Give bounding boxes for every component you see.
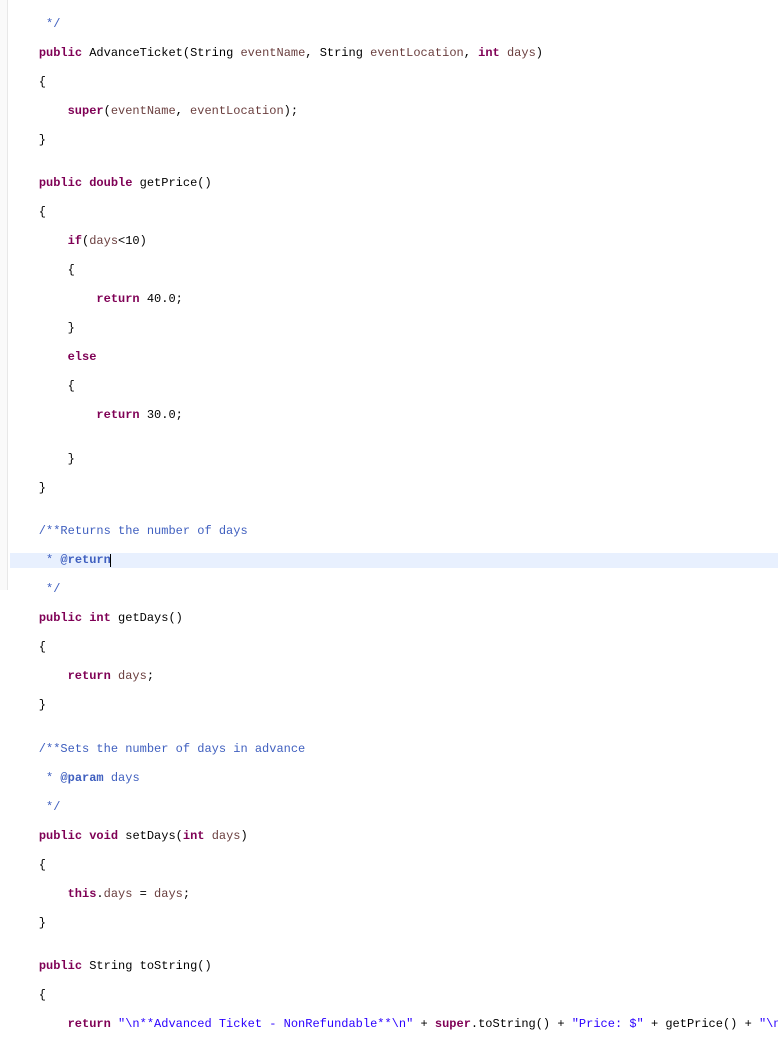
- keyword-int: int: [89, 611, 111, 625]
- param-type: String: [320, 46, 363, 60]
- javadoc-text: Returns the number of days: [60, 524, 247, 538]
- javadoc-tag-param: @param: [60, 771, 103, 785]
- field-ref: days: [104, 887, 133, 901]
- javadoc-text: Sets the number of days in advance: [60, 742, 305, 756]
- brace-line: }: [10, 698, 778, 713]
- string-literal: "Price: $": [572, 1017, 644, 1031]
- method-name: getPrice: [140, 176, 198, 190]
- keyword-double: double: [89, 176, 132, 190]
- keyword-public: public: [39, 959, 82, 973]
- param-name: eventName: [240, 46, 305, 60]
- keyword-return: return: [96, 408, 139, 422]
- keyword-else: else: [68, 350, 97, 364]
- brace-line: {: [10, 75, 778, 90]
- param-name: days: [507, 46, 536, 60]
- keyword-public: public: [39, 829, 82, 843]
- constructor-name: AdvanceTicket: [89, 46, 183, 60]
- method-name: getDays: [118, 611, 168, 625]
- param-name: eventLocation: [370, 46, 464, 60]
- keyword-public: public: [39, 611, 82, 625]
- param-ref: days: [154, 887, 183, 901]
- comment-text: */: [10, 17, 60, 31]
- keyword-public: public: [39, 46, 82, 60]
- keyword-public: public: [39, 176, 82, 190]
- keyword-return: return: [68, 1017, 111, 1031]
- field-ref: days: [118, 669, 147, 683]
- text-cursor: [110, 554, 111, 567]
- return-type: String: [89, 959, 132, 973]
- number-literal: 30.0: [147, 408, 176, 422]
- keyword-int: int: [183, 829, 205, 843]
- arg: eventLocation: [190, 104, 284, 118]
- assign-op: =: [132, 887, 154, 901]
- string-literal: "\n**Advanced Ticket - NonRefundable**\n…: [118, 1017, 413, 1031]
- number-literal: 40.0: [147, 292, 176, 306]
- method-name: setDays: [125, 829, 175, 843]
- keyword-super: super: [68, 104, 104, 118]
- method-name: toString: [140, 959, 198, 973]
- method-call: .toString() +: [471, 1017, 572, 1031]
- editor-gutter: [0, 0, 8, 590]
- concat-op: +: [413, 1017, 435, 1031]
- javadoc-start: /**: [10, 742, 60, 756]
- keyword-return: return: [68, 669, 111, 683]
- brace-line: {: [10, 988, 778, 1003]
- javadoc-line: *: [10, 553, 60, 567]
- param-type: String: [190, 46, 233, 60]
- method-call: + getPrice() +: [644, 1017, 759, 1031]
- string-literal: "\n": [759, 1017, 778, 1031]
- operator: <10): [118, 234, 147, 248]
- brace-line: {: [10, 379, 778, 394]
- keyword-super: super: [435, 1017, 471, 1031]
- code-editor[interactable]: */ public AdvanceTicket(String eventName…: [0, 0, 778, 1046]
- brace-line: {: [10, 858, 778, 873]
- keyword-int: int: [478, 46, 500, 60]
- arg: eventName: [111, 104, 176, 118]
- javadoc-start: /**: [10, 524, 60, 538]
- javadoc-end: */: [10, 582, 60, 596]
- javadoc-end: */: [10, 800, 60, 814]
- keyword-if: if: [68, 234, 82, 248]
- brace-line: }: [10, 481, 778, 496]
- field-ref: days: [89, 234, 118, 248]
- keyword-this: this: [68, 887, 97, 901]
- brace-line: {: [10, 640, 778, 655]
- javadoc-param: days: [104, 771, 140, 785]
- keyword-return: return: [96, 292, 139, 306]
- brace-line: }: [10, 133, 778, 148]
- javadoc-tag-return: @return: [60, 553, 110, 567]
- param-name: days: [212, 829, 241, 843]
- brace-line: }: [10, 452, 778, 467]
- javadoc-line: *: [10, 771, 60, 785]
- brace-line: {: [10, 205, 778, 220]
- brace-line: }: [10, 321, 778, 336]
- keyword-void: void: [89, 829, 118, 843]
- brace-line: }: [10, 916, 778, 931]
- brace-line: {: [10, 263, 778, 278]
